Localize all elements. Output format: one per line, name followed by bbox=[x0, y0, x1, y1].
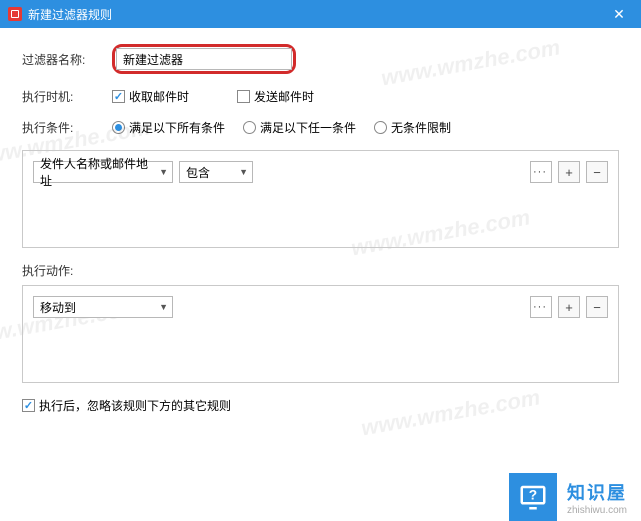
window-title: 新建过滤器规则 bbox=[28, 6, 605, 23]
action-more-button[interactable]: ··· bbox=[530, 296, 552, 318]
timing-receive-label: 收取邮件时 bbox=[129, 88, 189, 105]
cond-none-radio[interactable]: 无条件限制 bbox=[374, 119, 451, 136]
ellipsis-icon: ··· bbox=[533, 166, 547, 178]
radio-icon bbox=[112, 121, 125, 134]
action-value: 移动到 bbox=[40, 299, 76, 316]
filter-name-highlight bbox=[112, 44, 296, 74]
timing-send-label: 发送邮件时 bbox=[254, 88, 314, 105]
checkbox-icon bbox=[112, 90, 125, 103]
chevron-down-icon: ▼ bbox=[159, 167, 168, 177]
actions-panel: 移动到 ▼ ··· + − bbox=[22, 285, 619, 383]
skip-rules-label: 执行后，忽略该规则下方的其它规则 bbox=[39, 397, 231, 414]
brand-name: 知识屋 bbox=[567, 479, 627, 505]
action-dropdown[interactable]: 移动到 ▼ bbox=[33, 296, 173, 318]
condition-field-dropdown[interactable]: 发件人名称或邮件地址 ▼ bbox=[33, 161, 173, 183]
chevron-down-icon: ▼ bbox=[159, 302, 168, 312]
timing-label: 执行时机: bbox=[22, 88, 92, 105]
radio-icon bbox=[243, 121, 256, 134]
cond-all-radio[interactable]: 满足以下所有条件 bbox=[112, 119, 225, 136]
condition-more-button[interactable]: ··· bbox=[530, 161, 552, 183]
condition-label: 执行条件: bbox=[22, 119, 92, 136]
cond-all-label: 满足以下所有条件 bbox=[129, 119, 225, 136]
skip-rules-checkbox[interactable]: 执行后，忽略该规则下方的其它规则 bbox=[22, 397, 231, 414]
cond-any-label: 满足以下任一条件 bbox=[260, 119, 356, 136]
cond-none-label: 无条件限制 bbox=[391, 119, 451, 136]
condition-operator-dropdown[interactable]: 包含 ▼ bbox=[179, 161, 253, 183]
filter-name-input[interactable] bbox=[116, 48, 292, 70]
brand-icon: ? bbox=[509, 473, 557, 521]
radio-icon bbox=[374, 121, 387, 134]
conditions-panel: 发件人名称或邮件地址 ▼ 包含 ▼ ··· + − bbox=[22, 150, 619, 248]
cond-any-radio[interactable]: 满足以下任一条件 bbox=[243, 119, 356, 136]
condition-operator-value: 包含 bbox=[186, 164, 210, 181]
filter-name-label: 过滤器名称: bbox=[22, 51, 92, 68]
brand-domain: zhishiwu.com bbox=[567, 505, 627, 516]
timing-receive-checkbox[interactable]: 收取邮件时 bbox=[112, 88, 189, 105]
condition-add-button[interactable]: + bbox=[558, 161, 580, 183]
condition-remove-button[interactable]: − bbox=[586, 161, 608, 183]
chevron-down-icon: ▼ bbox=[239, 167, 248, 177]
ellipsis-icon: ··· bbox=[533, 301, 547, 313]
brand-badge: ? 知识屋 zhishiwu.com bbox=[509, 473, 641, 521]
action-remove-button[interactable]: − bbox=[586, 296, 608, 318]
condition-field-value: 发件人名称或邮件地址 bbox=[40, 155, 159, 189]
titlebar: 新建过滤器规则 ✕ bbox=[0, 0, 641, 28]
action-add-button[interactable]: + bbox=[558, 296, 580, 318]
timing-send-checkbox[interactable]: 发送邮件时 bbox=[237, 88, 314, 105]
svg-text:?: ? bbox=[529, 488, 537, 503]
checkbox-icon bbox=[22, 399, 35, 412]
close-button[interactable]: ✕ bbox=[605, 0, 633, 28]
action-label: 执行动作: bbox=[22, 262, 619, 279]
app-icon bbox=[8, 7, 22, 21]
checkbox-icon bbox=[237, 90, 250, 103]
